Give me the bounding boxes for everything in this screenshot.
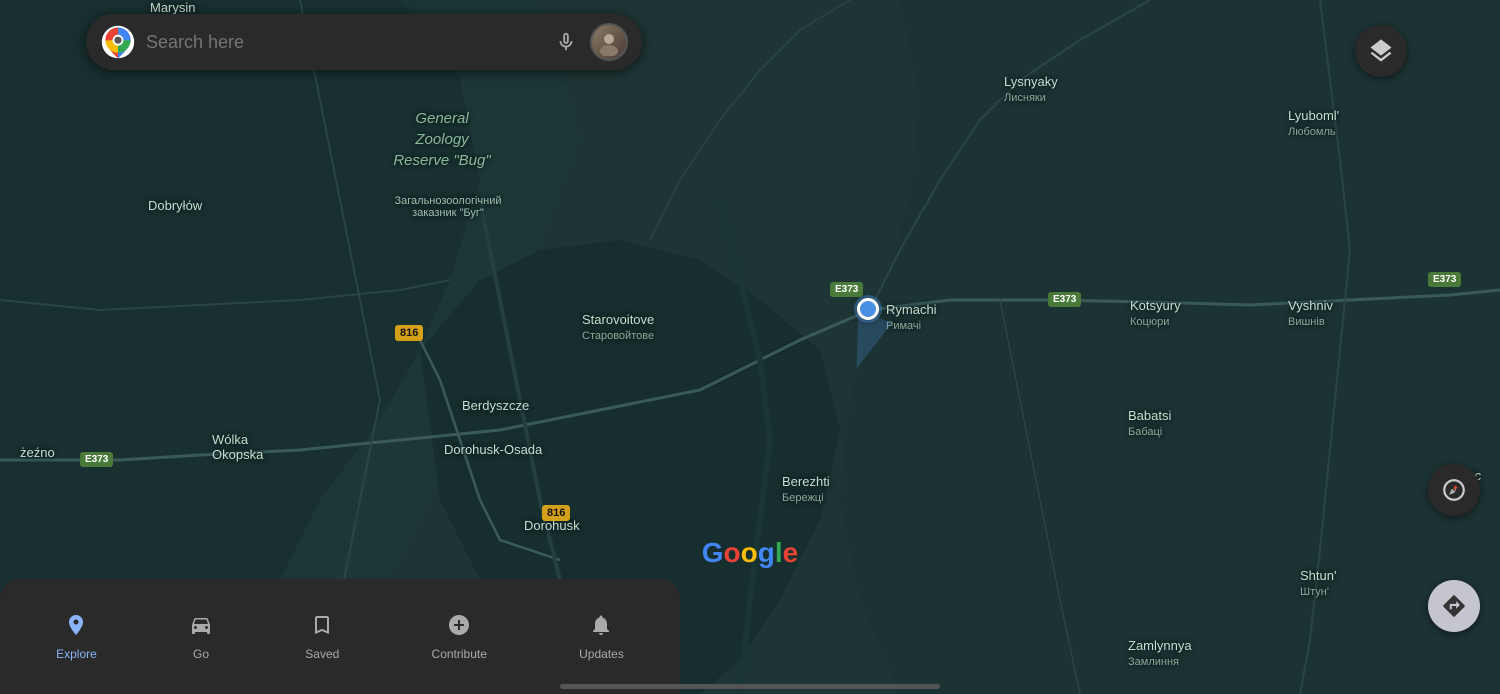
explore-label: Explore bbox=[56, 647, 97, 661]
tab-saved[interactable]: Saved bbox=[289, 605, 355, 669]
tab-explore[interactable]: Explore bbox=[40, 605, 113, 669]
contribute-icon bbox=[447, 613, 471, 643]
search-input[interactable] bbox=[146, 32, 542, 53]
avatar-image bbox=[592, 25, 626, 59]
location-dot bbox=[857, 298, 879, 320]
tab-updates[interactable]: Updates bbox=[563, 605, 640, 669]
user-avatar[interactable] bbox=[590, 23, 628, 61]
directions-button[interactable] bbox=[1428, 580, 1480, 632]
bottom-navigation-bar: Explore Go Saved Contribute bbox=[0, 579, 680, 694]
microphone-icon[interactable] bbox=[552, 28, 580, 56]
go-label: Go bbox=[193, 647, 209, 661]
search-bar[interactable] bbox=[86, 14, 642, 70]
tab-contribute[interactable]: Contribute bbox=[416, 605, 503, 669]
go-icon bbox=[189, 613, 213, 643]
updates-label: Updates bbox=[579, 647, 624, 661]
saved-icon bbox=[310, 613, 334, 643]
updates-icon bbox=[589, 613, 613, 643]
google-maps-logo-icon bbox=[100, 24, 136, 60]
tab-go[interactable]: Go bbox=[173, 605, 229, 669]
contribute-label: Contribute bbox=[432, 647, 487, 661]
saved-label: Saved bbox=[305, 647, 339, 661]
compass-button[interactable] bbox=[1428, 464, 1480, 516]
explore-icon bbox=[64, 613, 88, 643]
layers-button[interactable] bbox=[1355, 25, 1407, 77]
scroll-indicator bbox=[560, 684, 940, 689]
